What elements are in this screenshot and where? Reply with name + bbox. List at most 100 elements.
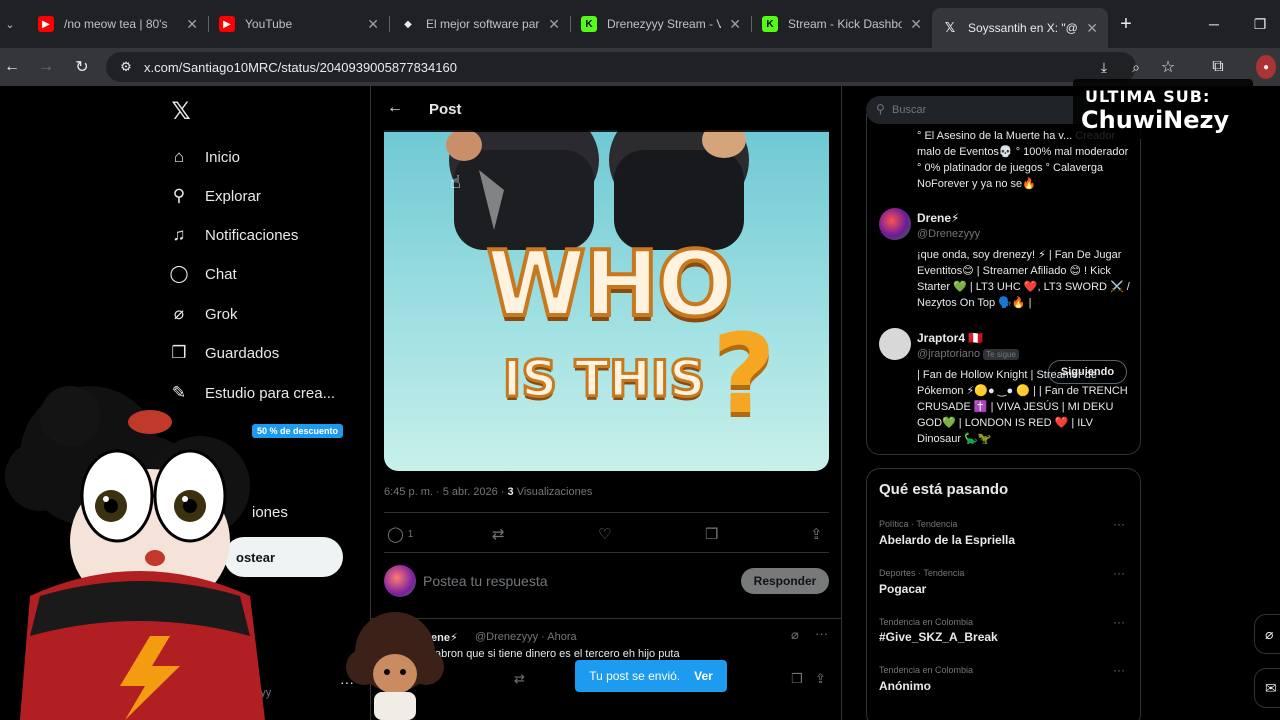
nav-label: Notificaciones: [205, 226, 299, 244]
extensions-puzzle-icon[interactable]: ⧉: [1206, 55, 1230, 79]
trend-meta: Deportes · Tendencia: [879, 568, 965, 578]
avatar[interactable]: [879, 328, 911, 360]
reply-author-handle: @Drenezyyy · Ahora: [475, 631, 577, 643]
reply-text: abron que si tiene dinero es el tercero …: [435, 648, 680, 660]
nav-item-notificaciones[interactable]: ♫ Notificaciones: [168, 220, 299, 250]
nav-item-chat[interactable]: ◯ Chat: [168, 259, 236, 289]
bell-icon: ♫: [172, 225, 186, 244]
nav-label: Grok: [205, 305, 238, 323]
repost-icon[interactable]: ⇄: [492, 524, 505, 544]
tab-title: /no meow tea | 80's: [64, 17, 168, 31]
trend-item[interactable]: Anónimo: [879, 679, 931, 693]
youtube-icon: ▶: [219, 16, 235, 32]
new-tab-plus-icon[interactable]: +: [1116, 12, 1136, 36]
more-icon[interactable]: ···: [1113, 615, 1125, 629]
close-tab-icon[interactable]: ✕: [548, 16, 560, 33]
profile-avatar[interactable]: ●: [1256, 55, 1276, 79]
tab-search-chevron-icon[interactable]: ⌄: [0, 14, 20, 34]
nav-item-guardados[interactable]: ❒ Guardados: [168, 338, 279, 368]
nav-item-grok[interactable]: ⌀ Grok: [168, 299, 238, 329]
more-icon[interactable]: ···: [1113, 566, 1125, 580]
toast-notification: Tu post se envió. Ver: [575, 660, 727, 692]
browser-tab-active[interactable]: 𝕏 Soyssantih en X: "@D ✕: [932, 8, 1108, 48]
address-bar[interactable]: ⚙ x.com/Santiago10MRC/status/20409390058…: [106, 52, 1140, 82]
reply-action[interactable]: ◯ 1: [387, 524, 413, 544]
tab-title: Stream - Kick Dashbo: [788, 17, 903, 31]
account-name[interactable]: Drene⚡: [917, 211, 959, 225]
like-heart-icon[interactable]: ♡: [598, 524, 611, 544]
divider: [384, 512, 829, 513]
trend-item[interactable]: Pogacar: [879, 582, 926, 596]
last-sub-name: ChuwiNezy: [1081, 106, 1230, 134]
bookmark-star-icon[interactable]: ☆: [1156, 55, 1180, 79]
more-icon[interactable]: ···: [815, 626, 828, 641]
account-handle-row: @jraptoriano Te sigue: [917, 348, 1019, 360]
avatar[interactable]: [384, 565, 416, 597]
more-icon[interactable]: ···: [1113, 663, 1125, 677]
reply-count: 1: [407, 528, 414, 540]
trend-item[interactable]: Abelardo de la Espriella: [879, 533, 1015, 547]
more-icon[interactable]: ···: [1113, 517, 1125, 531]
who-to-follow-card: ° El Asesino de la Muerte ha v... Creado…: [866, 114, 1141, 455]
reply-button[interactable]: Responder: [741, 568, 829, 594]
share-icon[interactable]: ⇪: [810, 524, 823, 544]
close-tab-icon[interactable]: ✕: [910, 16, 922, 33]
reload-icon[interactable]: ↻: [70, 55, 94, 79]
maximize-icon[interactable]: ❐: [1248, 12, 1272, 36]
share-icon[interactable]: ⇪: [815, 671, 826, 687]
close-tab-icon[interactable]: ✕: [1086, 20, 1098, 37]
x-icon: 𝕏: [944, 20, 956, 35]
nav-item-explorar[interactable]: ⚲ Explorar: [168, 181, 261, 211]
stream-last-sub-overlay: ULTIMA SUB: ChuwiNezy: [1073, 79, 1253, 139]
back-arrow-icon[interactable]: ←: [385, 98, 405, 118]
zoom-icon[interactable]: ⌕: [1126, 57, 1146, 77]
minimize-icon[interactable]: ─: [1202, 12, 1226, 36]
browser-tab[interactable]: ◆ El mejor software par ✕: [390, 8, 570, 40]
trend-meta: Tendencia en Colombia: [879, 665, 974, 675]
media-text-is-this: IS THIS: [501, 349, 707, 410]
close-tab-icon[interactable]: ✕: [729, 16, 741, 33]
account-handle: @jraptoriano: [917, 348, 981, 360]
bookmark-icon[interactable]: ❒: [705, 524, 718, 544]
tab-title: Soyssantih en X: "@D: [968, 21, 1079, 35]
search-input[interactable]: ⚲ Buscar: [866, 96, 1096, 124]
forward-icon[interactable]: →: [34, 55, 58, 79]
views-label: Visualizaciones: [516, 486, 593, 498]
trend-meta: Política · Tendencia: [879, 519, 958, 529]
reply-input[interactable]: Postea tu respuesta: [423, 573, 548, 589]
page-title: Post: [429, 101, 462, 118]
x-logo-icon[interactable]: 𝕏: [168, 98, 194, 125]
shield-icon: ◆: [404, 18, 412, 30]
browser-tab-strip: ⌄ ▶ /no meow tea | 80's ✕ ▶ YouTube ✕ ◆ …: [0, 0, 1280, 48]
bookmark-icon: ❒: [171, 343, 187, 362]
tab-title: El mejor software par: [426, 17, 540, 31]
toast-view-link[interactable]: Ver: [694, 669, 713, 683]
install-app-icon[interactable]: ⤓: [1094, 57, 1114, 77]
close-tab-icon[interactable]: ✕: [367, 16, 379, 33]
back-icon[interactable]: ←: [0, 55, 24, 79]
avatar[interactable]: [879, 208, 911, 240]
trend-item[interactable]: #Give_SKZ_A_Break: [879, 630, 998, 644]
close-tab-icon[interactable]: ✕: [186, 16, 198, 33]
grok-icon[interactable]: ⌀: [791, 627, 799, 643]
bookmark-icon[interactable]: ❒: [791, 671, 803, 687]
account-name[interactable]: Jraptor4 🇵🇪: [917, 331, 983, 345]
plush-figure: [346, 612, 444, 720]
grok-icon[interactable]: ⌀: [1254, 614, 1280, 654]
chat-icon: ◯: [169, 264, 189, 283]
post-time: 6:45 p. m. · 5 abr. 2026 ·: [384, 486, 505, 498]
site-info-icon[interactable]: ⚙: [116, 57, 136, 77]
url-text[interactable]: x.com/Santiago10MRC/status/2040939005877…: [144, 60, 457, 75]
nav-label: Explorar: [205, 187, 261, 205]
follows-you-badge: Te sigue: [983, 348, 1019, 360]
nav-item-inicio[interactable]: ⌂ Inicio: [168, 142, 240, 172]
messages-icon[interactable]: ✉: [1254, 668, 1280, 708]
trends-title: Qué está pasando: [879, 481, 1009, 498]
browser-tab[interactable]: K Stream - Kick Dashbo ✕: [752, 8, 932, 40]
browser-tab[interactable]: ▶ YouTube ✕: [209, 8, 389, 40]
repost-icon[interactable]: ⇄: [514, 671, 525, 687]
kick-icon: K: [581, 16, 597, 32]
browser-tab[interactable]: K Drenezyyy Stream - V ✕: [571, 8, 751, 40]
browser-tab[interactable]: ▶ /no meow tea | 80's ✕: [28, 8, 208, 40]
post-timestamp: 6:45 p. m. · 5 abr. 2026 · 3 Visualizaci…: [384, 486, 592, 498]
